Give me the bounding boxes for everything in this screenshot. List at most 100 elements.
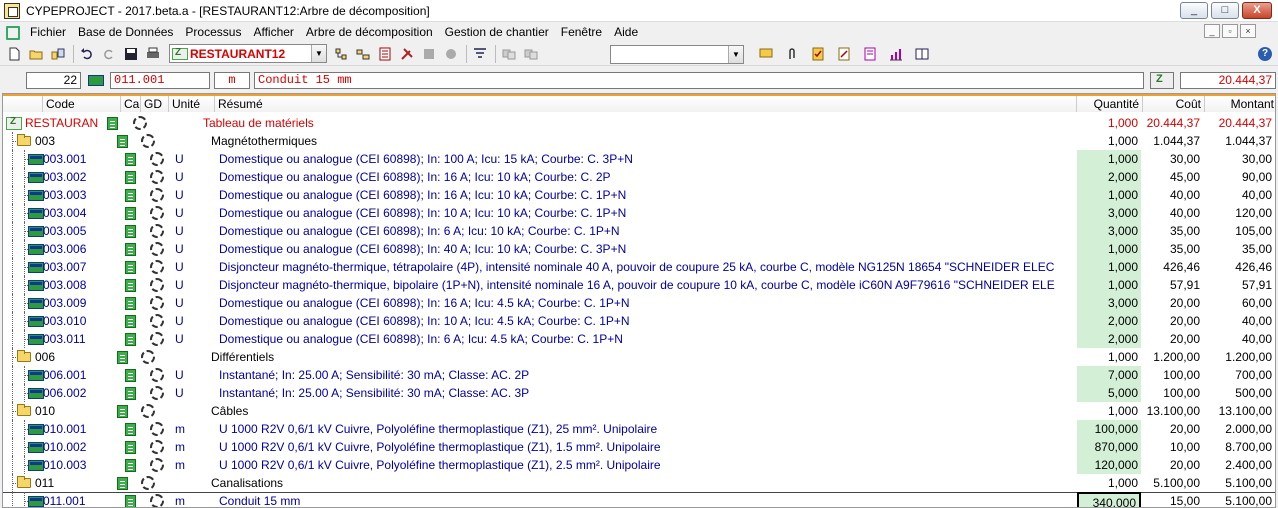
- cost-cell[interactable]: 15,00: [1143, 492, 1203, 507]
- code-cell[interactable]: 003.011: [43, 330, 121, 348]
- table-row[interactable]: 003.002 U Domestique ou analogue (CEI 6089…: [3, 168, 1275, 186]
- gd-recycle-icon[interactable]: [150, 332, 164, 346]
- menu-base-de-donnees[interactable]: Base de Données: [72, 22, 179, 42]
- mdi-close-button[interactable]: ×: [1240, 24, 1256, 38]
- ca-document-icon[interactable]: [125, 495, 136, 507]
- code-cell[interactable]: 003.004: [43, 204, 121, 222]
- gd-recycle-icon[interactable]: [150, 368, 164, 382]
- gd-recycle-icon[interactable]: [150, 206, 164, 220]
- quantity-cell[interactable]: 1,000: [1077, 186, 1141, 204]
- table-row[interactable]: 003.007 U Disjoncteur magnéto-thermique, t…: [3, 258, 1275, 276]
- code-cell[interactable]: 011.001: [43, 492, 121, 507]
- cost-cell[interactable]: 10,00: [1143, 438, 1203, 456]
- unit-cell[interactable]: [175, 132, 213, 150]
- code-cell[interactable]: 003.003: [43, 186, 121, 204]
- cost-cell[interactable]: 57,91: [1143, 276, 1203, 294]
- chapter-row[interactable]: 003 Magnétothermiques 1,000 1.044,37 1.044,3…: [3, 132, 1275, 150]
- report-button[interactable]: [860, 44, 880, 64]
- document-button[interactable]: [375, 44, 395, 64]
- table-row[interactable]: 010.001 m U 1000 R2V 0,6/1 kV Cuivre, Poly…: [3, 420, 1275, 438]
- ca-document-icon[interactable]: [117, 405, 128, 418]
- summary-cell[interactable]: U 1000 R2V 0,6/1 kV Cuivre, Polyoléfine …: [219, 438, 1075, 456]
- quantity-cell[interactable]: 100,000: [1077, 420, 1141, 438]
- cost-cell[interactable]: 1.200,00: [1143, 348, 1203, 366]
- ca-document-icon[interactable]: [125, 387, 136, 400]
- edit-button[interactable]: [834, 44, 854, 64]
- new-file-button[interactable]: [4, 44, 24, 64]
- calculator-button[interactable]: Z: [1150, 72, 1174, 89]
- gd-recycle-icon[interactable]: [150, 170, 164, 184]
- summary-cell[interactable]: Magnétothermiques: [211, 132, 1075, 150]
- summary-cell[interactable]: Tableau de matériels: [203, 114, 1075, 132]
- code-cell[interactable]: 010: [35, 402, 121, 420]
- copy-button[interactable]: [499, 44, 519, 64]
- cost-cell[interactable]: 20,00: [1143, 420, 1203, 438]
- maximize-button[interactable]: □: [1211, 2, 1239, 19]
- table-row[interactable]: 003.003 U Domestique ou analogue (CEI 6089…: [3, 186, 1275, 204]
- summary-cell[interactable]: Instantané; In: 25.00 A; Sensibilité: 30…: [219, 366, 1075, 384]
- code-cell[interactable]: 010.003: [43, 456, 121, 474]
- print-button[interactable]: [143, 44, 163, 64]
- summary-cell[interactable]: Domestique ou analogue (CEI 60898); In: …: [219, 330, 1075, 348]
- browse-button[interactable]: [48, 44, 68, 64]
- code-cell[interactable]: 003.005: [43, 222, 121, 240]
- check-button[interactable]: [808, 44, 828, 64]
- quantity-cell[interactable]: 1,000: [1077, 348, 1141, 366]
- ca-document-icon[interactable]: [125, 423, 136, 436]
- quantity-cell[interactable]: 3,000: [1077, 294, 1141, 312]
- attach-button[interactable]: [782, 44, 802, 64]
- gd-recycle-icon[interactable]: [150, 314, 164, 328]
- ca-document-icon[interactable]: [125, 279, 136, 292]
- project-selector[interactable]: RESTAURANT12 ▼: [169, 44, 327, 63]
- summary-cell[interactable]: Domestique ou analogue (CEI 60898); In: …: [219, 222, 1075, 240]
- ca-document-icon[interactable]: [107, 117, 118, 130]
- header-cost[interactable]: Coût: [1143, 96, 1205, 112]
- gd-recycle-icon[interactable]: [141, 404, 155, 418]
- header-summary[interactable]: Résumé: [215, 96, 1077, 112]
- paste-button[interactable]: [521, 44, 541, 64]
- save-button[interactable]: [121, 44, 141, 64]
- cost-cell[interactable]: 35,00: [1143, 240, 1203, 258]
- gd-recycle-icon[interactable]: [150, 152, 164, 166]
- cost-cell[interactable]: 13.100,00: [1143, 402, 1203, 420]
- menu-fenetre[interactable]: Fenêtre: [555, 22, 608, 42]
- gd-recycle-icon[interactable]: [133, 116, 147, 130]
- unit-cell[interactable]: U: [175, 240, 213, 258]
- summary-cell[interactable]: U 1000 R2V 0,6/1 kV Cuivre, Polyoléfine …: [219, 456, 1075, 474]
- gd-recycle-icon[interactable]: [150, 296, 164, 310]
- close-button[interactable]: X: [1242, 2, 1272, 19]
- summary-cell[interactable]: Domestique ou analogue (CEI 60898); In: …: [219, 168, 1075, 186]
- gd-recycle-icon[interactable]: [150, 386, 164, 400]
- header-code[interactable]: Code: [43, 96, 121, 112]
- quantity-cell[interactable]: 1,000: [1077, 132, 1141, 150]
- code-cell[interactable]: 003.008: [43, 276, 121, 294]
- disabled-tool-button[interactable]: [419, 44, 439, 64]
- code-cell[interactable]: 003.002: [43, 168, 121, 186]
- table-row[interactable]: 003.004 U Domestique ou analogue (CEI 6089…: [3, 204, 1275, 222]
- ca-document-icon[interactable]: [125, 243, 136, 256]
- gd-recycle-icon[interactable]: [150, 224, 164, 238]
- quantity-cell[interactable]: 3,000: [1077, 222, 1141, 240]
- quantity-cell[interactable]: 2,000: [1077, 312, 1141, 330]
- table-row[interactable]: 006.001 U Instantané; In: 25.00 A; Sensibi…: [3, 366, 1275, 384]
- filter-button[interactable]: [470, 44, 490, 64]
- gd-recycle-icon[interactable]: [141, 476, 155, 490]
- header-quantity[interactable]: Quantité: [1077, 96, 1143, 112]
- quantity-cell[interactable]: 2,000: [1077, 330, 1141, 348]
- summary-cell[interactable]: Domestique ou analogue (CEI 60898); In: …: [219, 312, 1075, 330]
- unit-cell[interactable]: m: [175, 456, 213, 474]
- unit-cell[interactable]: U: [175, 186, 213, 204]
- gd-recycle-icon[interactable]: [141, 134, 155, 148]
- table-row[interactable]: 003.001 U Domestique ou analogue (CEI 6089…: [3, 150, 1275, 168]
- code-cell[interactable]: 003: [35, 132, 121, 150]
- chart-button[interactable]: [886, 44, 906, 64]
- cost-cell[interactable]: 30,00: [1143, 150, 1203, 168]
- quantity-cell[interactable]: 340,000: [1077, 492, 1141, 507]
- ca-document-icon[interactable]: [125, 261, 136, 274]
- unit-cell[interactable]: U: [175, 204, 213, 222]
- table-row[interactable]: 003.011 U Domestique ou analogue (CEI 6089…: [3, 330, 1275, 348]
- open-folder-button[interactable]: [26, 44, 46, 64]
- code-cell[interactable]: 006: [35, 348, 121, 366]
- comment-button[interactable]: [756, 44, 776, 64]
- summary-cell[interactable]: Domestique ou analogue (CEI 60898); In: …: [219, 150, 1075, 168]
